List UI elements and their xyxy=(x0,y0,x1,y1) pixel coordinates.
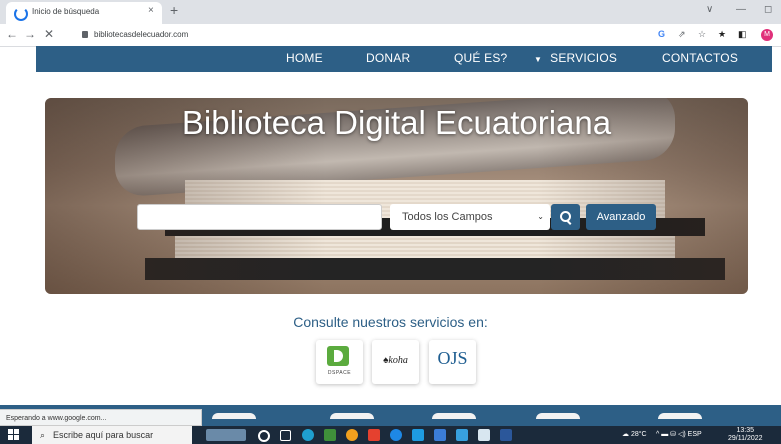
store-icon[interactable] xyxy=(324,429,336,441)
tab-close-icon[interactable]: × xyxy=(148,5,154,16)
back-button[interactable]: ← xyxy=(6,27,18,41)
share-icon[interactable]: ⇗ xyxy=(678,29,686,40)
browser-address-bar: ← → ✕ bibliotecasdelecuador.com G ⇗ ☆ ★ … xyxy=(0,24,781,47)
nav-donar[interactable]: DONAR xyxy=(366,51,410,65)
chrome-icon[interactable] xyxy=(478,429,490,441)
maximize-button[interactable]: ◻ xyxy=(764,4,772,15)
search-button[interactable] xyxy=(551,204,580,230)
nav-contactos[interactable]: CONTACTOS xyxy=(662,51,738,65)
footer-tab xyxy=(432,413,476,419)
search-icon-handle xyxy=(566,220,572,225)
nav-que-es[interactable]: QUÉ ES? xyxy=(454,51,507,65)
side-panel-icon[interactable]: ◧ xyxy=(738,29,747,40)
mail-icon[interactable] xyxy=(412,429,424,441)
hero-title: Biblioteca Digital Ecuatoriana xyxy=(181,104,612,141)
footer-tab xyxy=(212,413,256,419)
footer-tab xyxy=(658,413,702,419)
services-caption: Consulte nuestros servicios en: xyxy=(293,314,488,330)
browser-tab[interactable]: Inicio de búsqueda × xyxy=(6,2,162,24)
koha-label: ♠koha xyxy=(383,355,408,366)
internet-explorer-icon[interactable] xyxy=(390,429,402,441)
clock-time: 13:35 xyxy=(736,427,755,434)
ojs-label: OJS xyxy=(437,348,468,368)
skype-icon[interactable] xyxy=(456,429,468,441)
loading-spinner-icon xyxy=(14,7,28,21)
footer-tab xyxy=(330,413,374,419)
search-field-select[interactable]: Todos los Campos ⌄ xyxy=(390,204,550,230)
firefox-icon[interactable] xyxy=(346,429,358,441)
taskbar-search-box[interactable]: ⌕ Escribe aquí para buscar xyxy=(32,426,192,444)
bookmark-star-icon[interactable]: ☆ xyxy=(698,29,706,40)
url-text: bibliotecasdelecuador.com xyxy=(94,30,189,39)
windows-start-icon[interactable] xyxy=(8,429,20,441)
browser-status-text: Esperando a www.google.com... xyxy=(0,409,202,426)
koha-service-link[interactable]: ♠koha xyxy=(372,340,419,384)
edge-icon[interactable] xyxy=(302,429,314,441)
site-nav-bar: HOME DONAR QUÉ ES? ▼ SERVICIOS CONTACTOS xyxy=(36,46,772,72)
search-icon xyxy=(560,211,571,222)
nav-servicios-label: SERVICIOS xyxy=(550,51,618,65)
taskbar-news-widget-icon[interactable] xyxy=(206,429,246,441)
clock-date: 29/11/2022 xyxy=(728,435,763,442)
new-tab-button[interactable]: + xyxy=(170,2,178,18)
dspace-logo-icon xyxy=(327,346,349,366)
system-tray[interactable]: ^ ▬ ⛁ ◁) ESP xyxy=(656,430,702,438)
minimize-button[interactable]: — xyxy=(736,4,746,15)
taskbar-clock[interactable]: 13:35 29/11/2022 xyxy=(728,427,763,443)
task-view-icon[interactable] xyxy=(280,430,291,441)
browser-tab-bar: Inicio de búsqueda × + ∨ — ◻ xyxy=(0,0,781,24)
windows-taskbar: ⌕ Escribe aquí para buscar ☁ 28°C ^ ▬ ⛁ ◁… xyxy=(0,426,781,444)
language-indicator: ESP xyxy=(687,431,702,438)
dspace-service-link[interactable]: DSPACE xyxy=(316,340,363,384)
search-input[interactable] xyxy=(137,204,382,230)
ojs-service-link[interactable]: OJS xyxy=(429,340,476,384)
lock-icon xyxy=(82,31,88,39)
nav-servicios[interactable]: ▼ SERVICIOS xyxy=(534,51,617,65)
extensions-icon[interactable]: ★ xyxy=(718,29,726,40)
stop-loading-button[interactable]: ✕ xyxy=(44,27,54,41)
opera-icon[interactable] xyxy=(368,429,380,441)
nav-home[interactable]: HOME xyxy=(286,51,323,65)
footer-tab xyxy=(536,413,580,419)
weather-temp: 28°C xyxy=(630,431,647,438)
taskbar-search-placeholder: Escribe aquí para buscar xyxy=(53,430,154,440)
photos-icon[interactable] xyxy=(434,429,446,441)
search-icon: ⌕ xyxy=(40,430,46,440)
tab-title: Inicio de búsqueda xyxy=(32,7,100,16)
hero-banner: Biblioteca Digital Ecuatoriana Todos los… xyxy=(45,98,748,294)
word-icon[interactable] xyxy=(500,429,512,441)
url-field[interactable]: bibliotecasdelecuador.com xyxy=(82,27,602,43)
tab-list-icon[interactable]: ∨ xyxy=(706,4,713,15)
dspace-label: DSPACE xyxy=(327,370,352,376)
search-field-value: Todos los Campos xyxy=(402,211,493,223)
advanced-search-button[interactable]: Avanzado xyxy=(586,204,656,230)
chevron-down-icon: ⌄ xyxy=(537,212,544,221)
taskbar-weather[interactable]: ☁ 28°C xyxy=(622,430,647,438)
profile-avatar[interactable]: M xyxy=(761,29,773,41)
google-translate-icon[interactable]: G xyxy=(658,29,665,39)
cortana-icon[interactable] xyxy=(258,430,270,442)
caret-down-icon: ▼ xyxy=(534,55,543,64)
forward-button[interactable]: → xyxy=(24,27,36,41)
